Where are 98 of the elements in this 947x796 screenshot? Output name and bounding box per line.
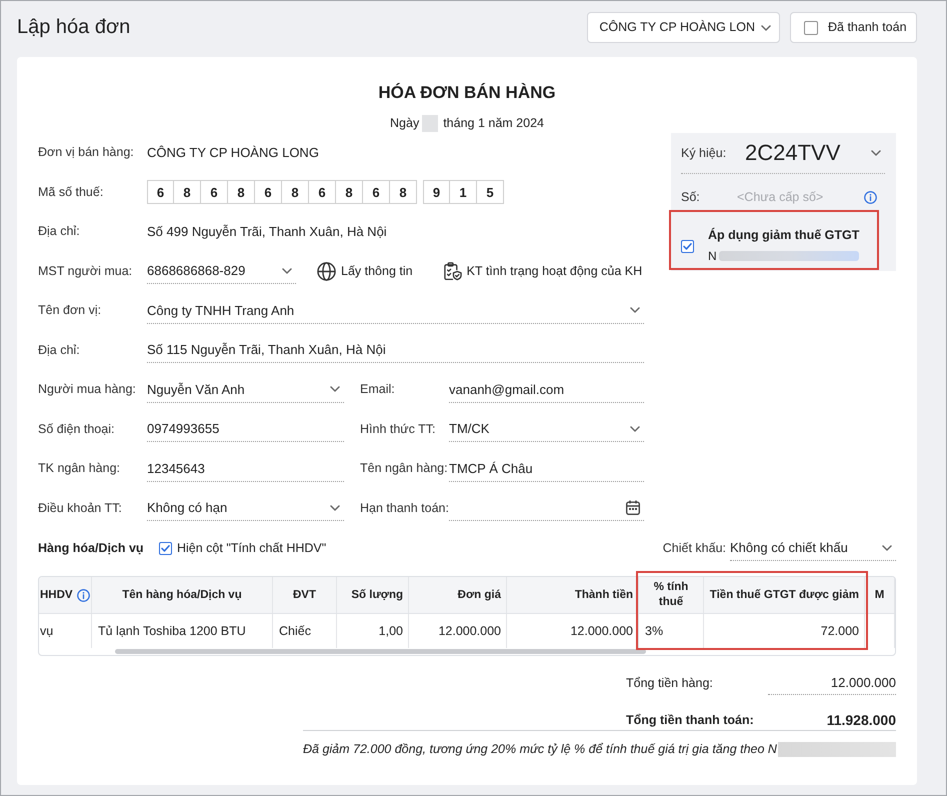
seller-name-text: CÔNG TY CP HOÀNG LONG — [147, 144, 319, 162]
digit-cell: 8 — [228, 180, 255, 204]
field-label: TK ngân hàng: — [38, 460, 122, 478]
column-header[interactable]: ĐVT — [273, 577, 337, 613]
field-label: Ký hiệu: — [681, 144, 728, 162]
chevron-down-icon — [630, 426, 640, 432]
field-label: Email: — [360, 381, 396, 398]
digit-cell: 6 — [147, 180, 174, 204]
field-label: Số: — [681, 188, 701, 206]
paid-button[interactable]: Đã thanh toán — [790, 12, 917, 43]
table-cell: 12.000.000 — [409, 614, 507, 648]
field-label: Đơn vị bán hàng: — [38, 144, 135, 162]
chevron-down-icon — [630, 307, 640, 314]
date-text: tháng 1 năm 2024 — [443, 114, 544, 132]
digit-cell: 8 — [282, 180, 309, 204]
table-cell: 72.000 — [704, 614, 865, 648]
chevron-down-icon — [882, 544, 892, 550]
input-field[interactable]: vananh@gmail.com — [449, 376, 644, 403]
chevron-down-icon — [871, 150, 881, 156]
field-label: Địa chỉ: — [38, 342, 81, 359]
field-label: Địa chỉ: — [38, 223, 81, 240]
field-label: Tên đơn vị: — [38, 302, 102, 320]
company-select[interactable]: CÔNG TY CP HOÀNG LON — [587, 12, 780, 43]
column-header[interactable]: % tính thuế — [639, 577, 704, 613]
grand-total-label: Tổng tiền thanh toán: — [626, 712, 755, 730]
field-label: Tên ngân hàng: — [360, 460, 449, 478]
globe-icon — [317, 262, 336, 281]
column-header[interactable]: Tiền thuế GTGT được giảm — [704, 577, 865, 613]
input-field[interactable]: 12345643 — [147, 456, 344, 482]
total-label: Tổng tiền hàng: — [626, 674, 714, 692]
chevron-down-icon — [330, 386, 340, 392]
table-cell: 3% — [639, 614, 704, 648]
dropdown-field[interactable]: Không có hạn — [147, 495, 344, 522]
column-header[interactable]: Số lượng — [337, 577, 409, 613]
chevron-down-icon — [761, 24, 771, 30]
field-label: Mã số thuế: — [38, 184, 104, 201]
seller-address-text: Số 499 Nguyễn Trãi, Thanh Xuân, Hà Nội — [147, 223, 387, 241]
chevron-down-icon — [282, 268, 292, 274]
field-label: MST người mua: — [38, 262, 134, 280]
dropdown-field[interactable]: 6868686868-829 — [147, 258, 296, 284]
info-icon[interactable] — [864, 190, 877, 204]
scrollbar-thumb[interactable] — [115, 649, 646, 654]
checkbox[interactable] — [804, 20, 818, 34]
digit-cell: 1 — [450, 180, 477, 204]
vat-reduction-label: Áp dụng giảm thuế GTGT — [708, 226, 860, 244]
chevron-down-icon — [330, 504, 340, 511]
checkmark-icon — [683, 243, 692, 250]
digit-cell: 5 — [477, 180, 504, 204]
digit-cell: 6 — [255, 180, 282, 204]
table-cell: Tủ lạnh Toshiba 1200 BTU — [92, 614, 273, 648]
digit-cell: 6 — [363, 180, 390, 204]
date-text: Ngày — [390, 114, 420, 132]
digit-cell: 9 — [423, 180, 450, 204]
note-text: N — [708, 249, 717, 263]
table-cell: 12.000.000 — [507, 614, 639, 648]
table-cell: vụ — [39, 614, 92, 648]
digit-cell: 8 — [336, 180, 363, 204]
info-icon[interactable] — [76, 588, 90, 602]
field-label: Điều khoản TT: — [38, 500, 123, 517]
field-label: Chiết khấu: — [662, 540, 726, 557]
invoice-title: HÓA ĐƠN BÁN HÀNG — [377, 82, 557, 104]
grand-total-value: 11.928.000 — [826, 711, 896, 730]
checkbox[interactable] — [159, 542, 172, 554]
input-field[interactable]: 0974993655 — [147, 416, 344, 442]
digit-cell: 8 — [390, 180, 417, 204]
checkmark-icon — [161, 544, 170, 552]
column-header[interactable]: M — [865, 577, 895, 613]
discount-dropdown[interactable]: Không có chiết khấu — [730, 535, 896, 561]
table-cell: Chiếc — [273, 614, 337, 648]
column-header[interactable]: HHDV — [39, 577, 92, 613]
invoice-symbol-select[interactable]: 2C24TVV — [745, 140, 885, 166]
blurred-block — [422, 114, 438, 132]
total-value: 12.000.000 — [768, 671, 896, 695]
checkbox[interactable] — [681, 240, 694, 253]
field-label: Hình thức TT: — [360, 420, 437, 438]
dropdown-field[interactable]: TM/CK — [449, 416, 644, 442]
column-header[interactable]: Thành tiền — [507, 577, 639, 613]
table-cell: 1,00 — [337, 614, 409, 648]
field-label: Hạn thanh toán: — [360, 500, 449, 517]
digit-cell: 6 — [201, 180, 228, 204]
dropdown-field[interactable]: Công ty TNHH Trang Anh — [147, 298, 644, 324]
digit-cell: 8 — [174, 180, 201, 204]
clipboard-check-icon — [442, 262, 462, 281]
digit-cell: 6 — [309, 180, 336, 204]
input-field[interactable]: TMCP Á Châu — [449, 456, 644, 482]
check-status-button[interactable]: KT tình trạng hoạt động của KH — [442, 262, 642, 281]
reduction-note: Đã giảm 72.000 đồng, tương ứng 20% mức tỷ lệ % để tính thuế giá trị gia tăng theo N — [303, 740, 777, 758]
page-title: Lập hóa đơn — [17, 15, 132, 40]
field-label: Số điện thoại: — [38, 420, 116, 438]
column-header[interactable]: Đơn giá — [409, 577, 507, 613]
field-label: Người mua hàng: — [38, 381, 137, 398]
show-column-checkbox[interactable]: Hiện cột "Tính chất HHDV" — [159, 538, 326, 558]
calendar-icon[interactable] — [626, 500, 640, 516]
section-title: Hàng hóa/Dịch vụ — [38, 540, 145, 557]
input-field[interactable]: Số 115 Nguyễn Trãi, Thanh Xuân, Hà Nội — [147, 337, 644, 364]
fetch-info-button[interactable]: Lấy thông tin — [317, 262, 413, 281]
column-header[interactable]: Tên hàng hóa/Dịch vụ — [92, 577, 273, 613]
dropdown-field[interactable]: Nguyễn Văn Anh — [147, 376, 344, 403]
